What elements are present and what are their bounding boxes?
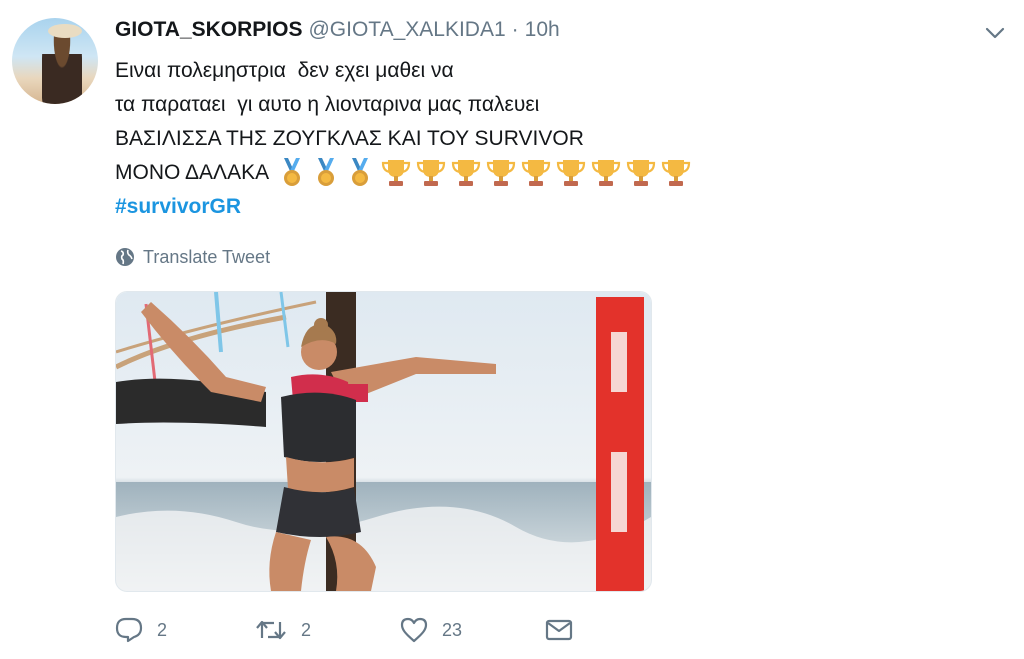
medal-icon (352, 158, 369, 186)
trophy-icon (661, 160, 691, 186)
trophy-icon (556, 160, 586, 186)
chevron-down-icon[interactable] (984, 22, 1006, 44)
medal-icon (284, 158, 301, 186)
tweet-line-2: τα παραταει γι αυτο η λιονταρινα μας παλ… (115, 93, 540, 116)
tweet-timestamp[interactable]: 10h (525, 18, 560, 42)
trophy-emojis (381, 158, 696, 188)
tweet-line-3: ΒΑΣΙΛΙΣΣΑ ΤΗΣ ΖΟΥΓΚΛΑΣ ΚΑΙ ΤΟΥ SURVIVOR (115, 127, 584, 150)
tweet-line-5: #survivorGR (115, 190, 755, 224)
envelope-icon (545, 619, 573, 641)
reply-count: 2 (157, 619, 168, 640)
reply-icon (115, 617, 143, 643)
trophy-icon (451, 160, 481, 186)
display-name[interactable]: GIOTA_SKORPIOS (115, 18, 302, 42)
user-handle[interactable]: @GIOTA_XALKIDA1 (308, 18, 505, 42)
tweet-header: GIOTA_SKORPIOS @GIOTA_XALKIDA1 · 10h (115, 16, 560, 44)
tweet-photo[interactable] (115, 291, 652, 592)
translate-tweet[interactable]: Translate Tweet (115, 245, 270, 269)
avatar[interactable] (12, 18, 98, 104)
direct-message-button[interactable] (545, 618, 605, 642)
athlete-photo (116, 292, 651, 591)
reply-button[interactable]: 2 (115, 617, 255, 643)
medal-icon (318, 158, 335, 186)
trophy-icon (521, 160, 551, 186)
avatar-hat (48, 24, 82, 38)
separator-dot: · (511, 18, 519, 41)
trophy-icon (416, 160, 446, 186)
tweet-actions: 2 2 23 (115, 612, 605, 648)
tweet-line-4: ΜΟΝΟ ΔΑΛΑΚΑ (115, 156, 755, 190)
retweet-icon (256, 620, 286, 640)
medal-emojis (279, 158, 381, 188)
translate-label: Translate Tweet (143, 246, 271, 267)
like-count: 23 (442, 619, 463, 640)
tweet-line-1: Ειναι πολεμηστρια δεν εχει μαθει να (115, 59, 454, 82)
trophy-icon (591, 160, 621, 186)
trophy-icon (486, 160, 516, 186)
like-button[interactable]: 23 (400, 617, 545, 643)
globe-icon (116, 248, 134, 266)
tweet-line-4-text: ΜΟΝΟ ΔΑΛΑΚΑ (115, 161, 270, 184)
hashtag-link[interactable]: #survivorGR (115, 190, 241, 224)
trophy-icon (381, 160, 411, 186)
trophy-icon (626, 160, 656, 186)
heart-icon (400, 617, 428, 643)
tweet-text: Ειναι πολεμηστρια δεν εχει μαθει να τα π… (115, 54, 755, 224)
retweet-button[interactable]: 2 (255, 618, 400, 642)
retweet-count: 2 (301, 619, 312, 640)
